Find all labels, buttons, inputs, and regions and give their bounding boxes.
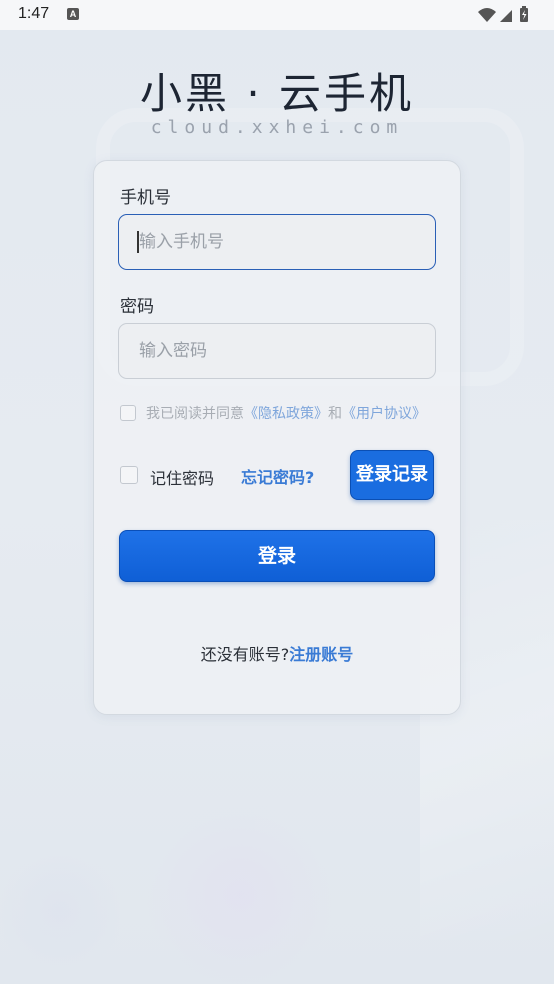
agreement-checkbox[interactable] bbox=[120, 405, 136, 421]
status-bar: 1:47 A bbox=[0, 0, 554, 30]
wifi-icon bbox=[478, 8, 496, 22]
login-record-button[interactable]: 登录记录 bbox=[350, 450, 434, 500]
remember-password-checkbox[interactable] bbox=[120, 466, 138, 484]
notification-badge: A bbox=[67, 8, 79, 20]
status-time: 1:47 bbox=[18, 5, 50, 22]
register-prompt: 还没有账号? bbox=[200, 645, 290, 664]
password-label: 密码 bbox=[120, 297, 154, 317]
phone-input[interactable]: 输入手机号 bbox=[118, 214, 436, 270]
agreement-and: 和 bbox=[328, 406, 342, 422]
background-glow bbox=[140, 805, 340, 984]
phone-placeholder: 输入手机号 bbox=[139, 232, 224, 252]
app-domain: cloud.xxhei.com bbox=[150, 117, 404, 138]
register-link[interactable]: 注册账号 bbox=[289, 645, 353, 664]
phone-label: 手机号 bbox=[120, 188, 171, 208]
login-button[interactable]: 登录 bbox=[119, 530, 435, 582]
privacy-policy-link[interactable]: 《隐私政策》 bbox=[244, 406, 328, 422]
text-cursor bbox=[137, 231, 139, 253]
signal-icon bbox=[500, 10, 512, 22]
password-placeholder: 输入密码 bbox=[139, 341, 207, 361]
login-card: 手机号 输入手机号 密码 输入密码 我已阅读并同意《隐私政策》和《用户协议》 记… bbox=[93, 160, 461, 715]
battery-icon bbox=[520, 6, 528, 22]
register-row: 还没有账号?注册账号 bbox=[94, 641, 460, 665]
background-glow bbox=[0, 840, 120, 980]
agreement-prefix: 我已阅读并同意 bbox=[146, 406, 244, 422]
remember-password-label: 记住密码 bbox=[150, 469, 215, 488]
app-title: 小黑 · 云手机 bbox=[139, 69, 415, 118]
status-icons bbox=[478, 6, 528, 22]
password-input[interactable]: 输入密码 bbox=[118, 323, 436, 379]
forgot-password-link[interactable]: 忘记密码? bbox=[241, 464, 314, 488]
user-agreement-link[interactable]: 《用户协议》 bbox=[342, 406, 426, 422]
agreement-text: 我已阅读并同意《隐私政策》和《用户协议》 bbox=[146, 403, 426, 423]
